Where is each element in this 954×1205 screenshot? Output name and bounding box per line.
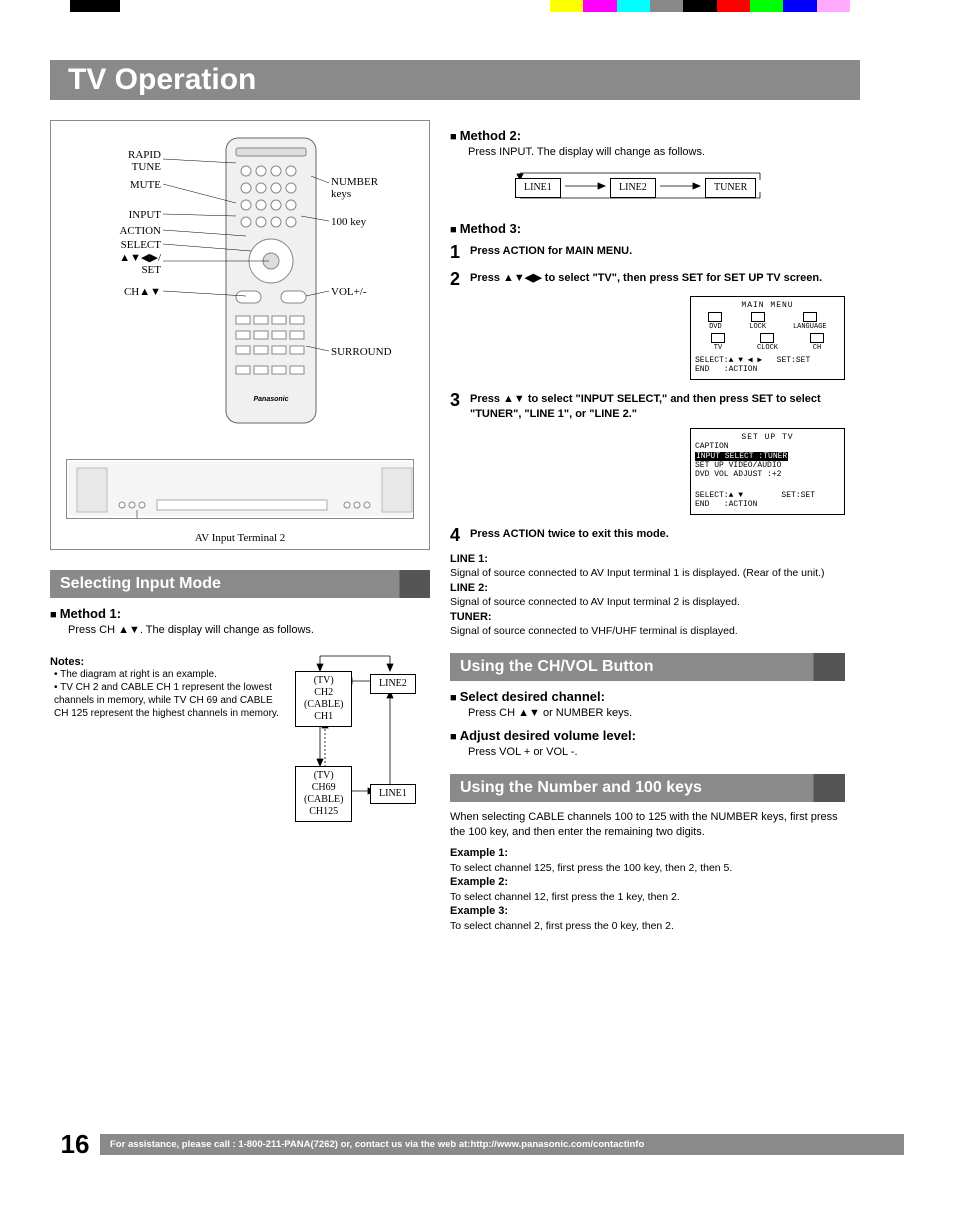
notes-block: Notes: The diagram at right is an exampl… [50,646,280,846]
flow-box-tv-low: (TV) CH2 (CABLE) CH1 [295,671,352,727]
adjust-volume-title: Adjust desired volume level: [450,728,845,743]
method3-title: Method 3: [450,221,845,236]
section-ch-vol: Using the CH/VOL Button [450,653,845,681]
flow-line2: LINE2 [610,178,656,198]
step-2: 2Press ▲▼◀▶ to select "TV", then press S… [450,269,845,290]
page-title: TV Operation [68,63,256,97]
callout-lines [51,121,431,431]
flow-line1: LINE1 [515,178,561,198]
footer-assistance: For assistance, please call : 1-800-211-… [100,1134,904,1155]
select-channel-text: Press CH ▲▼ or NUMBER keys. [468,706,845,721]
adjust-volume-text: Press VOL + or VOL -. [468,745,845,760]
method2-flow: LINE1 LINE2 TUNER [510,168,845,213]
number-keys-intro: When selecting CABLE channels 100 to 125… [450,810,845,840]
print-color-bar-2 [70,0,120,12]
method2-text: Press INPUT. The display will change as … [468,145,845,160]
print-color-bar [550,0,850,12]
definitions: LINE 1: Signal of source connected to AV… [450,552,845,639]
page-number: 16 [50,1129,100,1160]
page-content: TV Operation [50,60,904,1160]
step-4: 4Press ACTION twice to exit this mode. [450,525,845,546]
page-footer: 16 For assistance, please call : 1-800-2… [50,1129,904,1160]
section-number-keys: Using the Number and 100 keys [450,774,845,802]
osd-setup-tv: SET UP TV CAPTION INPUT SELECT :TUNER SE… [690,428,845,514]
select-channel-title: Select desired channel: [450,689,845,704]
method1-text: Press CH ▲▼. The display will change as … [68,623,430,638]
input-flow-diagram: (TV) CH2 (CABLE) CH1 LINE2 (TV) CH69 (CA… [280,646,430,846]
remote-diagram: Panasonic RAPID TUNE MUTE INPUT ACTION S… [50,120,430,550]
note-item: The diagram at right is an example. [54,668,280,681]
osd-main-menu: MAIN MENU DVD LOCK LANGUAGE TV CLOCK CH … [690,296,845,380]
page-title-bar: TV Operation [50,60,860,100]
note-item: TV CH 2 and CABLE CH 1 represent the low… [54,681,280,720]
flow-box-line2: LINE2 [370,674,416,694]
examples: Example 1:To select channel 125, first p… [450,846,845,933]
method1-title: Method 1: [50,606,430,621]
flow-box-line1: LINE1 [370,784,416,804]
left-column: Panasonic RAPID TUNE MUTE INPUT ACTION S… [50,120,430,939]
flow-box-tv-high: (TV) CH69 (CABLE) CH125 [295,766,352,822]
method2-title: Method 2: [450,128,845,143]
device-front-diagram [66,459,414,519]
flow-tuner: TUNER [705,178,756,198]
section-selecting-input: Selecting Input Mode [50,570,430,598]
right-column: Method 2: Press INPUT. The display will … [450,120,845,939]
step-3: 3Press ▲▼ to select "INPUT SELECT," and … [450,390,845,423]
notes-title: Notes: [50,656,280,668]
step-1: 1Press ACTION for MAIN MENU. [450,242,845,263]
av-terminal-label: AV Input Terminal 2 [51,532,429,544]
